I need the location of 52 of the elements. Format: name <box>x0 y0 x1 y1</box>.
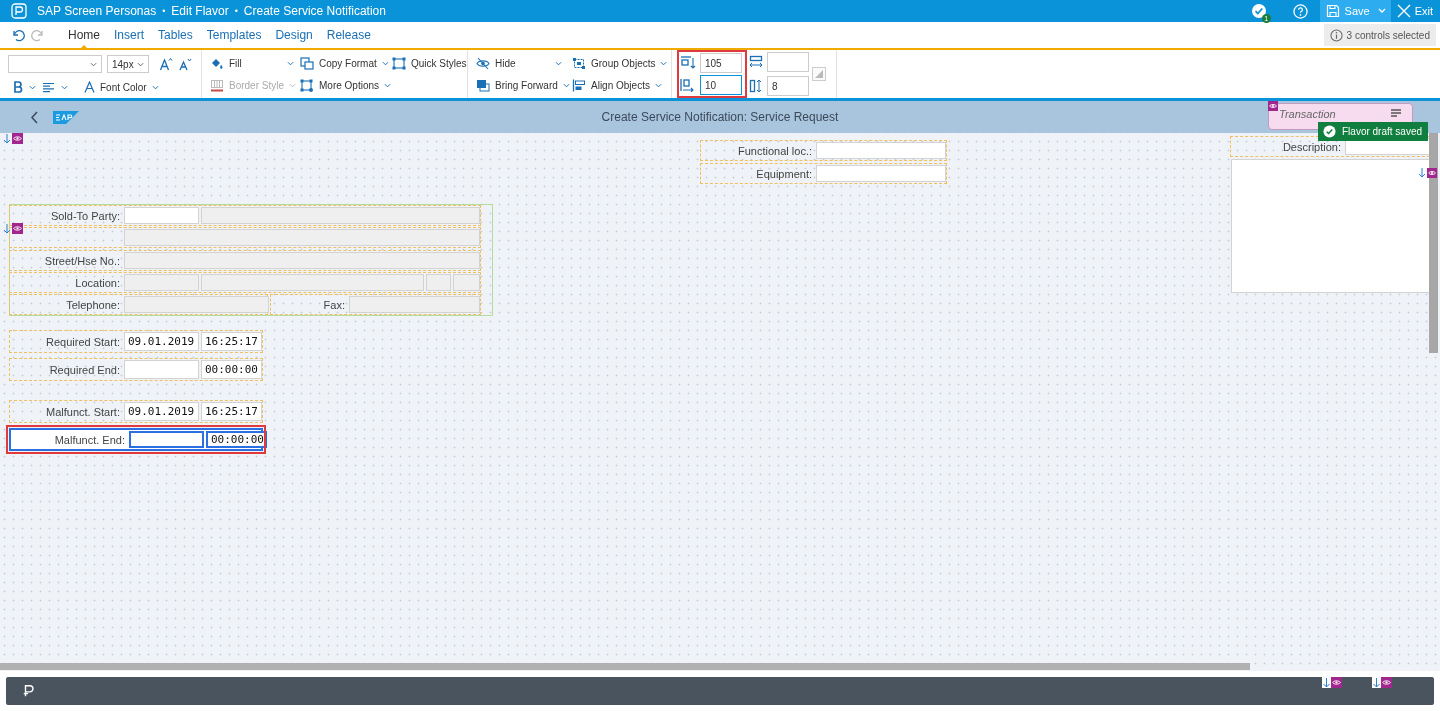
field-label: Functional loc.: <box>738 144 812 157</box>
separator: • <box>162 6 166 16</box>
style-button[interactable]: More Options <box>300 77 392 93</box>
form-row[interactable]: Required Start: 09.01.2019 16:25:17 <box>9 330 263 353</box>
form-row[interactable]: Fax: <box>270 294 481 315</box>
field-label: Required End: <box>49 363 120 376</box>
field-label: Malfunct. End: <box>54 433 125 446</box>
field-label: Location: <box>75 276 120 289</box>
field-label: Street/Hse No.: <box>44 254 120 267</box>
font-color-button[interactable]: Font Color <box>84 81 159 93</box>
arrange-button[interactable]: Group Objects <box>572 55 668 71</box>
breadcrumb-item: Create Service Notification <box>243 4 386 18</box>
form-row[interactable]: Street/Hse No.: <box>9 250 481 271</box>
style-button[interactable]: Copy Format <box>300 55 389 71</box>
arrange-button[interactable]: Bring Forward <box>476 77 566 93</box>
arrange-button[interactable]: Align Objects <box>572 77 662 93</box>
field-label: Malfunct. Start: <box>46 405 120 418</box>
menu-tab[interactable]: Insert <box>107 22 152 48</box>
menu-tab[interactable]: Design <box>268 22 320 48</box>
menu-tab[interactable]: Tables <box>151 22 200 48</box>
field-label: Required Start: <box>46 335 120 348</box>
toast-message: Flavor draft saved <box>1318 122 1429 141</box>
input-field[interactable]: 00:00:00 <box>206 431 267 448</box>
input-field[interactable]: 00:00:00 <box>201 360 262 379</box>
selection-info: 3 controls selected <box>1323 24 1436 46</box>
input-field[interactable]: 16:25:17 <box>201 332 262 351</box>
form-row[interactable]: Required End: 00:00:00 <box>9 358 263 381</box>
screen-title: Create Service Notification: Service Request <box>601 110 839 124</box>
form-row[interactable]: Functional loc.: <box>700 140 947 161</box>
form-row[interactable]: Equipment: <box>700 163 947 184</box>
arrange-button[interactable]: Hide <box>476 55 562 71</box>
input-field[interactable]: 16:25:17 <box>201 402 262 421</box>
field-label: Fax: <box>323 298 345 311</box>
height-field[interactable]: 8 <box>767 76 809 96</box>
font-size-dropdown[interactable]: 14px <box>107 55 149 73</box>
form-row[interactable]: Description: <box>1230 136 1430 157</box>
left-position-field[interactable]: 10 <box>700 75 742 95</box>
field-label: Sold-To Party: <box>50 209 120 222</box>
top-position-field[interactable]: 105 <box>700 53 742 73</box>
style-button[interactable]: Fill <box>210 55 294 71</box>
form-row[interactable]: Malfunct. Start: 09.01.2019 16:25:17 <box>9 400 263 423</box>
input-field[interactable]: 09.01.2019 <box>124 402 199 421</box>
input-field[interactable]: 09.01.2019 <box>124 332 199 351</box>
field-label: Equipment: <box>756 167 812 180</box>
menu-tab[interactable]: Templates <box>199 22 269 48</box>
field-label: Description: <box>1282 140 1341 153</box>
menu-tab[interactable]: Release <box>319 22 378 48</box>
separator: • <box>234 6 238 16</box>
form-row[interactable]: Telephone: <box>9 294 268 315</box>
menu-tab[interactable]: Home <box>61 22 107 48</box>
style-button[interactable]: Quick Styles <box>392 55 467 71</box>
field-label: Telephone: <box>66 298 120 311</box>
